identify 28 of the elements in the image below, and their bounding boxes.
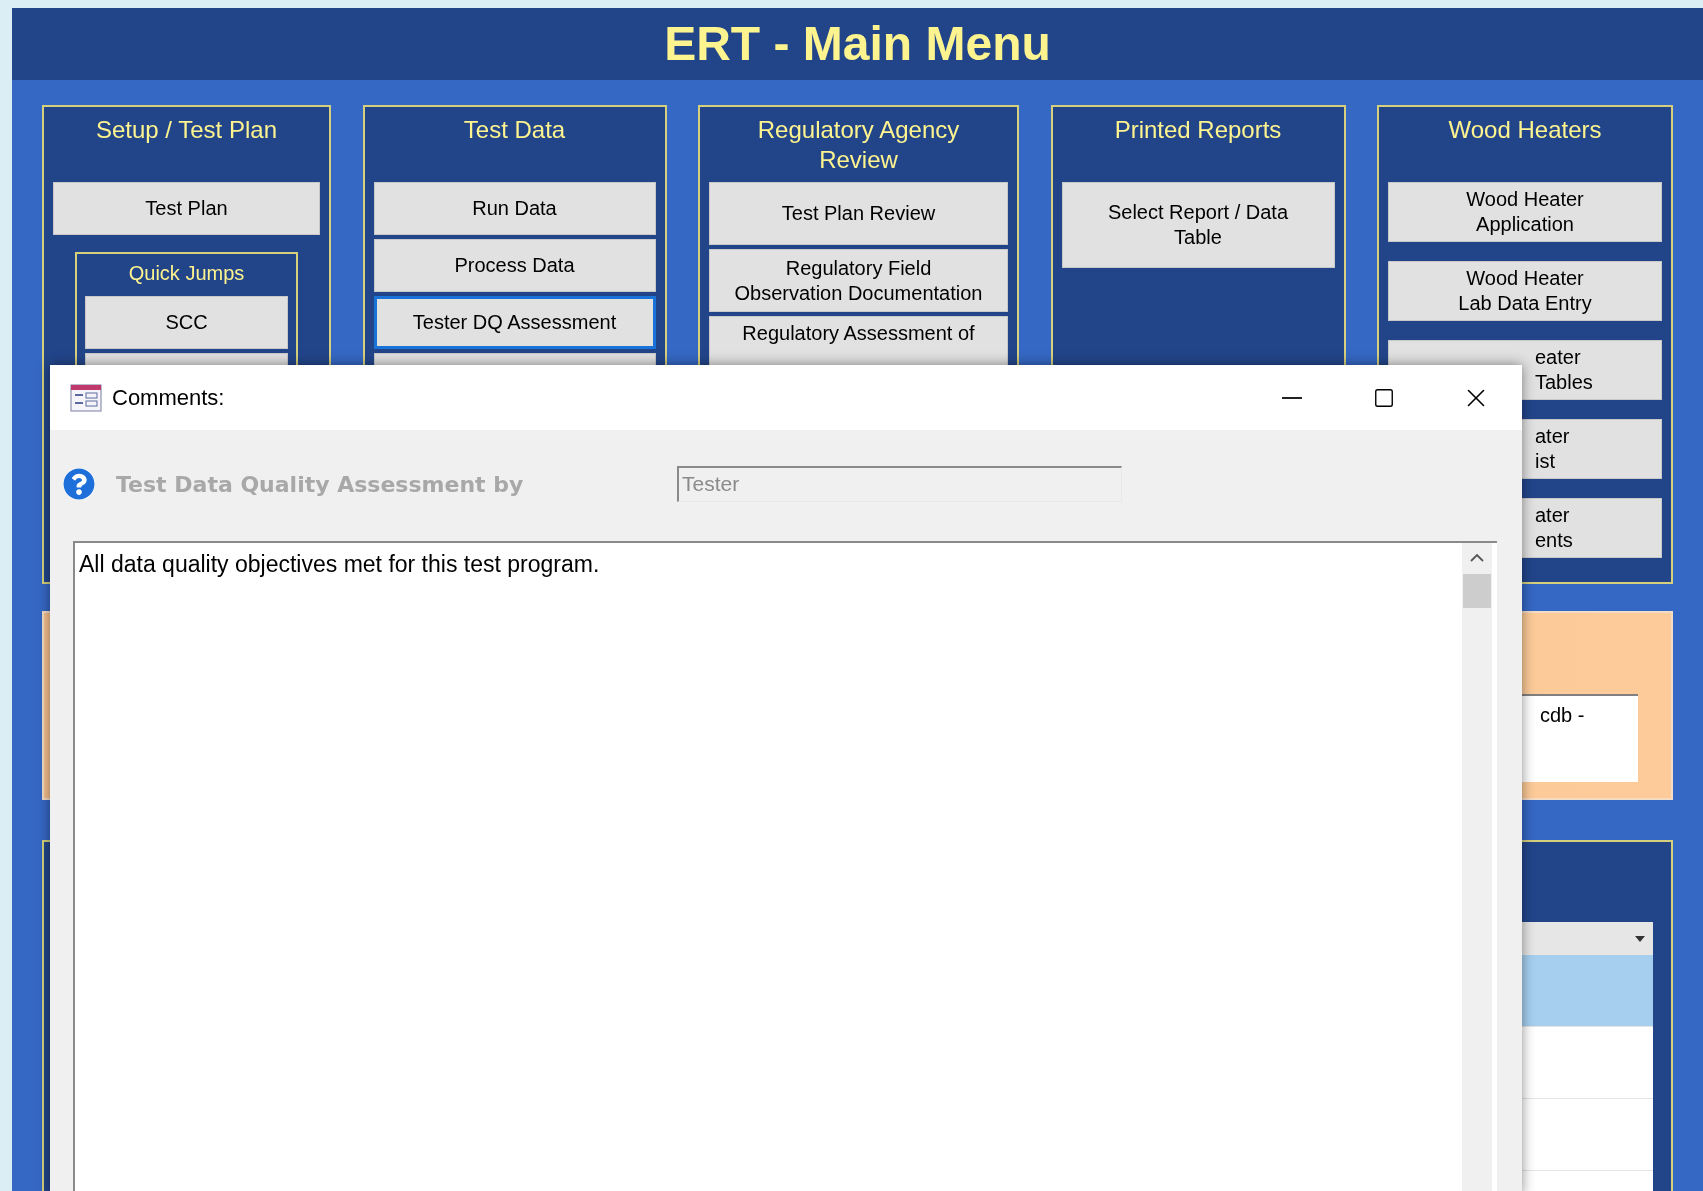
panel-title: Setup / Test Plan (96, 115, 277, 145)
form-icon (70, 383, 102, 412)
dropdown-arrow-icon[interactable] (1635, 935, 1645, 942)
main-menu-title: ERT - Main Menu (664, 16, 1051, 72)
panel-title: Regulatory Agency Review (756, 115, 961, 175)
menu-button[interactable]: Process Data (373, 239, 656, 292)
comment-field[interactable]: All data quality objectives met for this test program. (73, 541, 1497, 1191)
menu-button[interactable]: Tester DQ Assessment (373, 296, 656, 349)
scrollbar[interactable] (1462, 543, 1492, 1191)
panel-title: Printed Reports (1114, 115, 1282, 145)
menu-button[interactable]: Test Plan Review (709, 182, 1008, 245)
dialog-title: Comments: (112, 384, 225, 412)
menu-button[interactable]: Wood Heater Lab Data Entry (1388, 261, 1662, 321)
help-icon[interactable] (63, 468, 95, 500)
menu-button[interactable]: SCC (85, 296, 288, 349)
menu-button[interactable]: Wood Heater Application (1388, 182, 1662, 242)
quick-jumps-title: Quick Jumps (127, 261, 246, 286)
scrollbar-thumb[interactable] (1463, 574, 1491, 608)
menu-button[interactable]: Regulatory Field Observation Documentation (709, 249, 1008, 312)
field-label: Test Data Quality Assessment by (116, 470, 525, 499)
panel-title: Test Data (463, 115, 566, 145)
menu-button[interactable]: Select Report / Data Table (1061, 182, 1335, 268)
menu-button[interactable]: Run Data (373, 182, 656, 235)
panel-title: Wood Heaters (1448, 115, 1602, 145)
minimize-icon (1282, 396, 1302, 399)
maximize-icon (1373, 386, 1395, 409)
menu-button[interactable]: Test Plan (53, 182, 320, 235)
scroll-up-icon[interactable] (1470, 553, 1484, 562)
